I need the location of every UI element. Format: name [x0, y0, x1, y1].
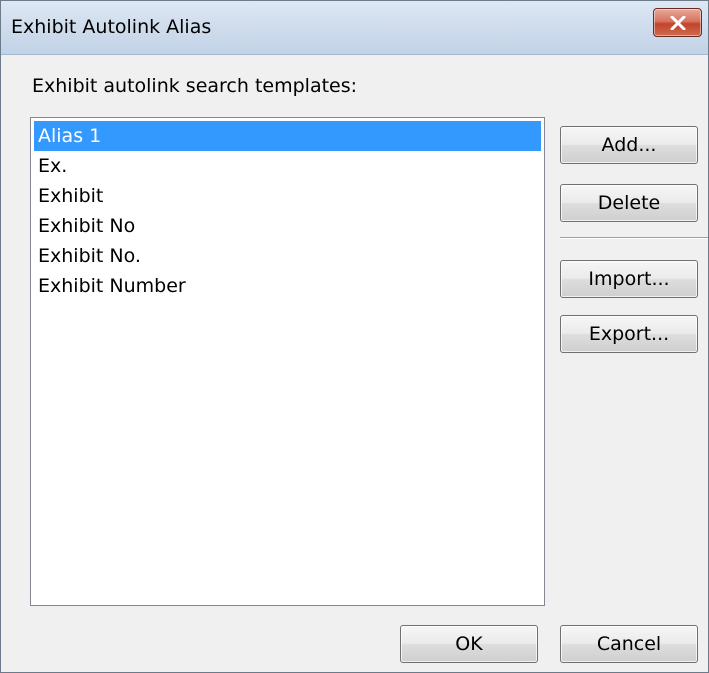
ok-button[interactable]: OK — [400, 625, 538, 663]
close-icon — [670, 16, 686, 30]
list-item[interactable]: Alias 1 — [34, 121, 541, 151]
cancel-button[interactable]: Cancel — [560, 625, 698, 663]
list-item[interactable]: Ex. — [34, 151, 541, 181]
list-item[interactable]: Exhibit Number — [34, 271, 541, 301]
title-bar[interactable]: Exhibit Autolink Alias — [1, 1, 708, 55]
add-button[interactable]: Add... — [560, 126, 698, 164]
button-separator — [560, 237, 708, 239]
delete-button[interactable]: Delete — [560, 184, 698, 222]
dialog-window: Exhibit Autolink Alias Exhibit autolink … — [0, 0, 709, 673]
close-button[interactable] — [653, 8, 702, 37]
export-button[interactable]: Export... — [560, 315, 698, 353]
templates-label: Exhibit autolink search templates: — [32, 75, 358, 97]
templates-listbox[interactable]: Alias 1 Ex. Exhibit Exhibit No Exhibit N… — [30, 117, 545, 606]
import-button[interactable]: Import... — [560, 260, 698, 298]
list-item[interactable]: Exhibit No — [34, 211, 541, 241]
list-item[interactable]: Exhibit No. — [34, 241, 541, 271]
list-item[interactable]: Exhibit — [34, 181, 541, 211]
window-title: Exhibit Autolink Alias — [11, 16, 212, 38]
